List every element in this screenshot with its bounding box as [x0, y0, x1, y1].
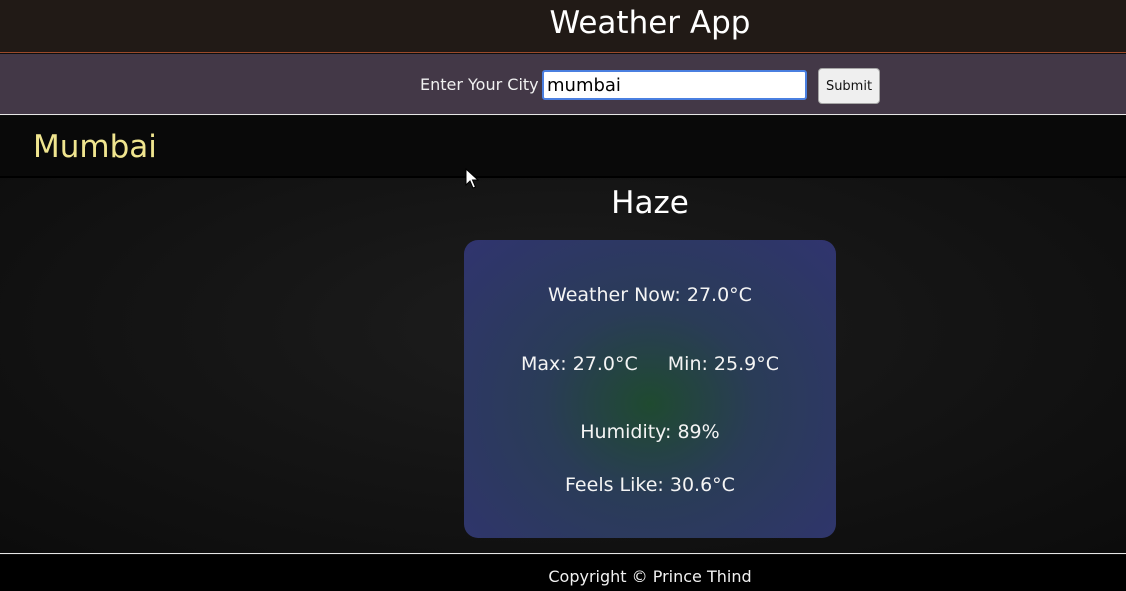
current-temperature: Weather Now: 27.0°C [548, 284, 752, 306]
copyright-text: Copyright © Prince Thind [548, 567, 752, 586]
city-bar: Mumbai [0, 116, 1126, 178]
city-search-input[interactable] [542, 70, 807, 100]
max-temperature: Max: 27.0°C [520, 353, 638, 375]
weather-card: Weather Now: 27.0°C Max: 27.0°C Min: 25.9… [464, 240, 836, 538]
max-min-row: Max: 27.0°C Min: 25.9°C [464, 352, 836, 376]
humidity: Humidity: 89% [580, 421, 720, 443]
weather-condition: Haze [611, 185, 689, 221]
feels-like: Feels Like: 30.6°C [565, 474, 735, 496]
app-title: Weather App [549, 5, 751, 41]
min-temperature: Min: 25.9°C [667, 353, 780, 375]
search-bar: Enter Your City Submit [0, 54, 1126, 115]
city-input-label: Enter Your City [420, 75, 539, 94]
footer: Copyright © Prince Thind [0, 555, 1126, 591]
app-header: Weather App [0, 0, 1126, 53]
weather-section: Haze Weather Now: 27.0°C Max: 27.0°C Min:… [0, 178, 1126, 554]
mouse-cursor-icon [465, 168, 479, 189]
submit-button[interactable]: Submit [818, 68, 880, 104]
city-name: Mumbai [33, 129, 157, 165]
